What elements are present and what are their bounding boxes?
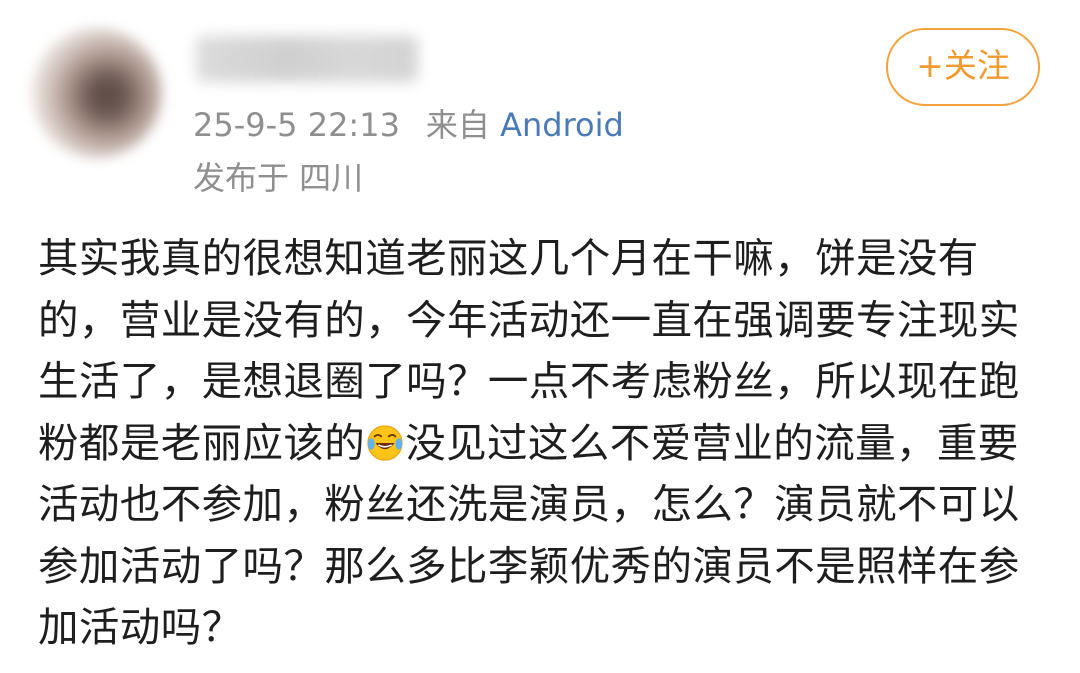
weibo-post: 25-9-5 22:13 来自 Android 发布于 四川 +关注 其实我真的很… xyxy=(0,0,1080,673)
post-timestamp: 25-9-5 22:13 xyxy=(193,106,400,144)
post-location: 发布于 四川 xyxy=(193,159,364,197)
post-content: 其实我真的很想知道老丽这几个月在干嘛，饼是没有的，营业是没有的，今年活动还一直在… xyxy=(38,228,1038,659)
post-meta: 25-9-5 22:13 来自 Android xyxy=(193,103,624,147)
username-blurred[interactable] xyxy=(196,36,418,82)
laughing-crying-emoji-icon xyxy=(367,424,403,461)
source-link[interactable]: Android xyxy=(500,106,624,144)
avatar[interactable] xyxy=(32,28,162,158)
follow-button[interactable]: +关注 xyxy=(886,28,1040,106)
source-prefix: 来自 xyxy=(425,106,490,144)
